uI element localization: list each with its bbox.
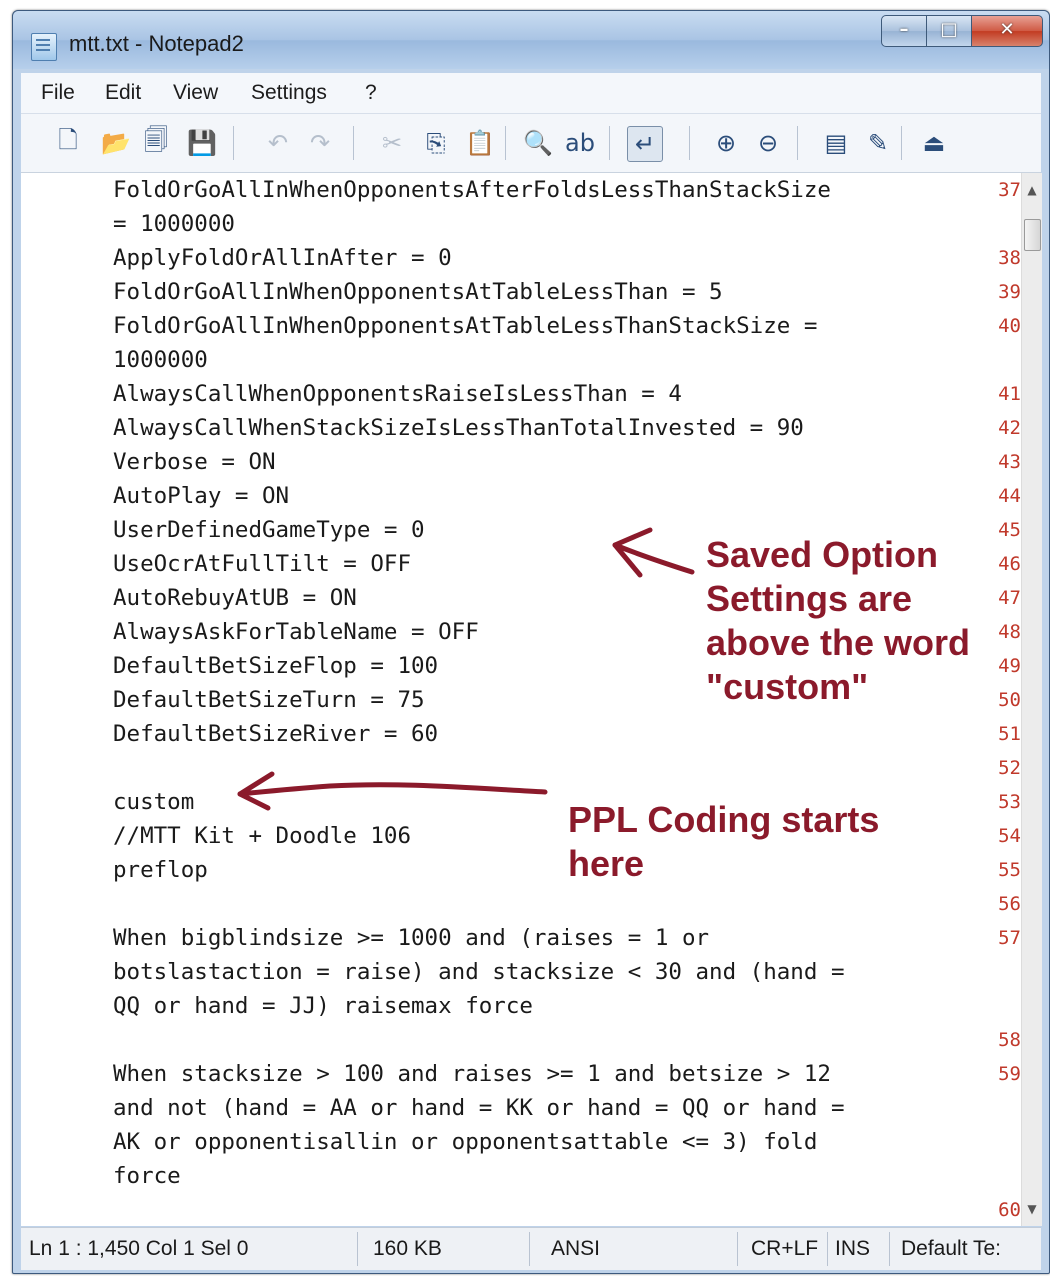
annotation-arrows (237, 527, 695, 811)
arrow-to-custom (237, 782, 548, 797)
